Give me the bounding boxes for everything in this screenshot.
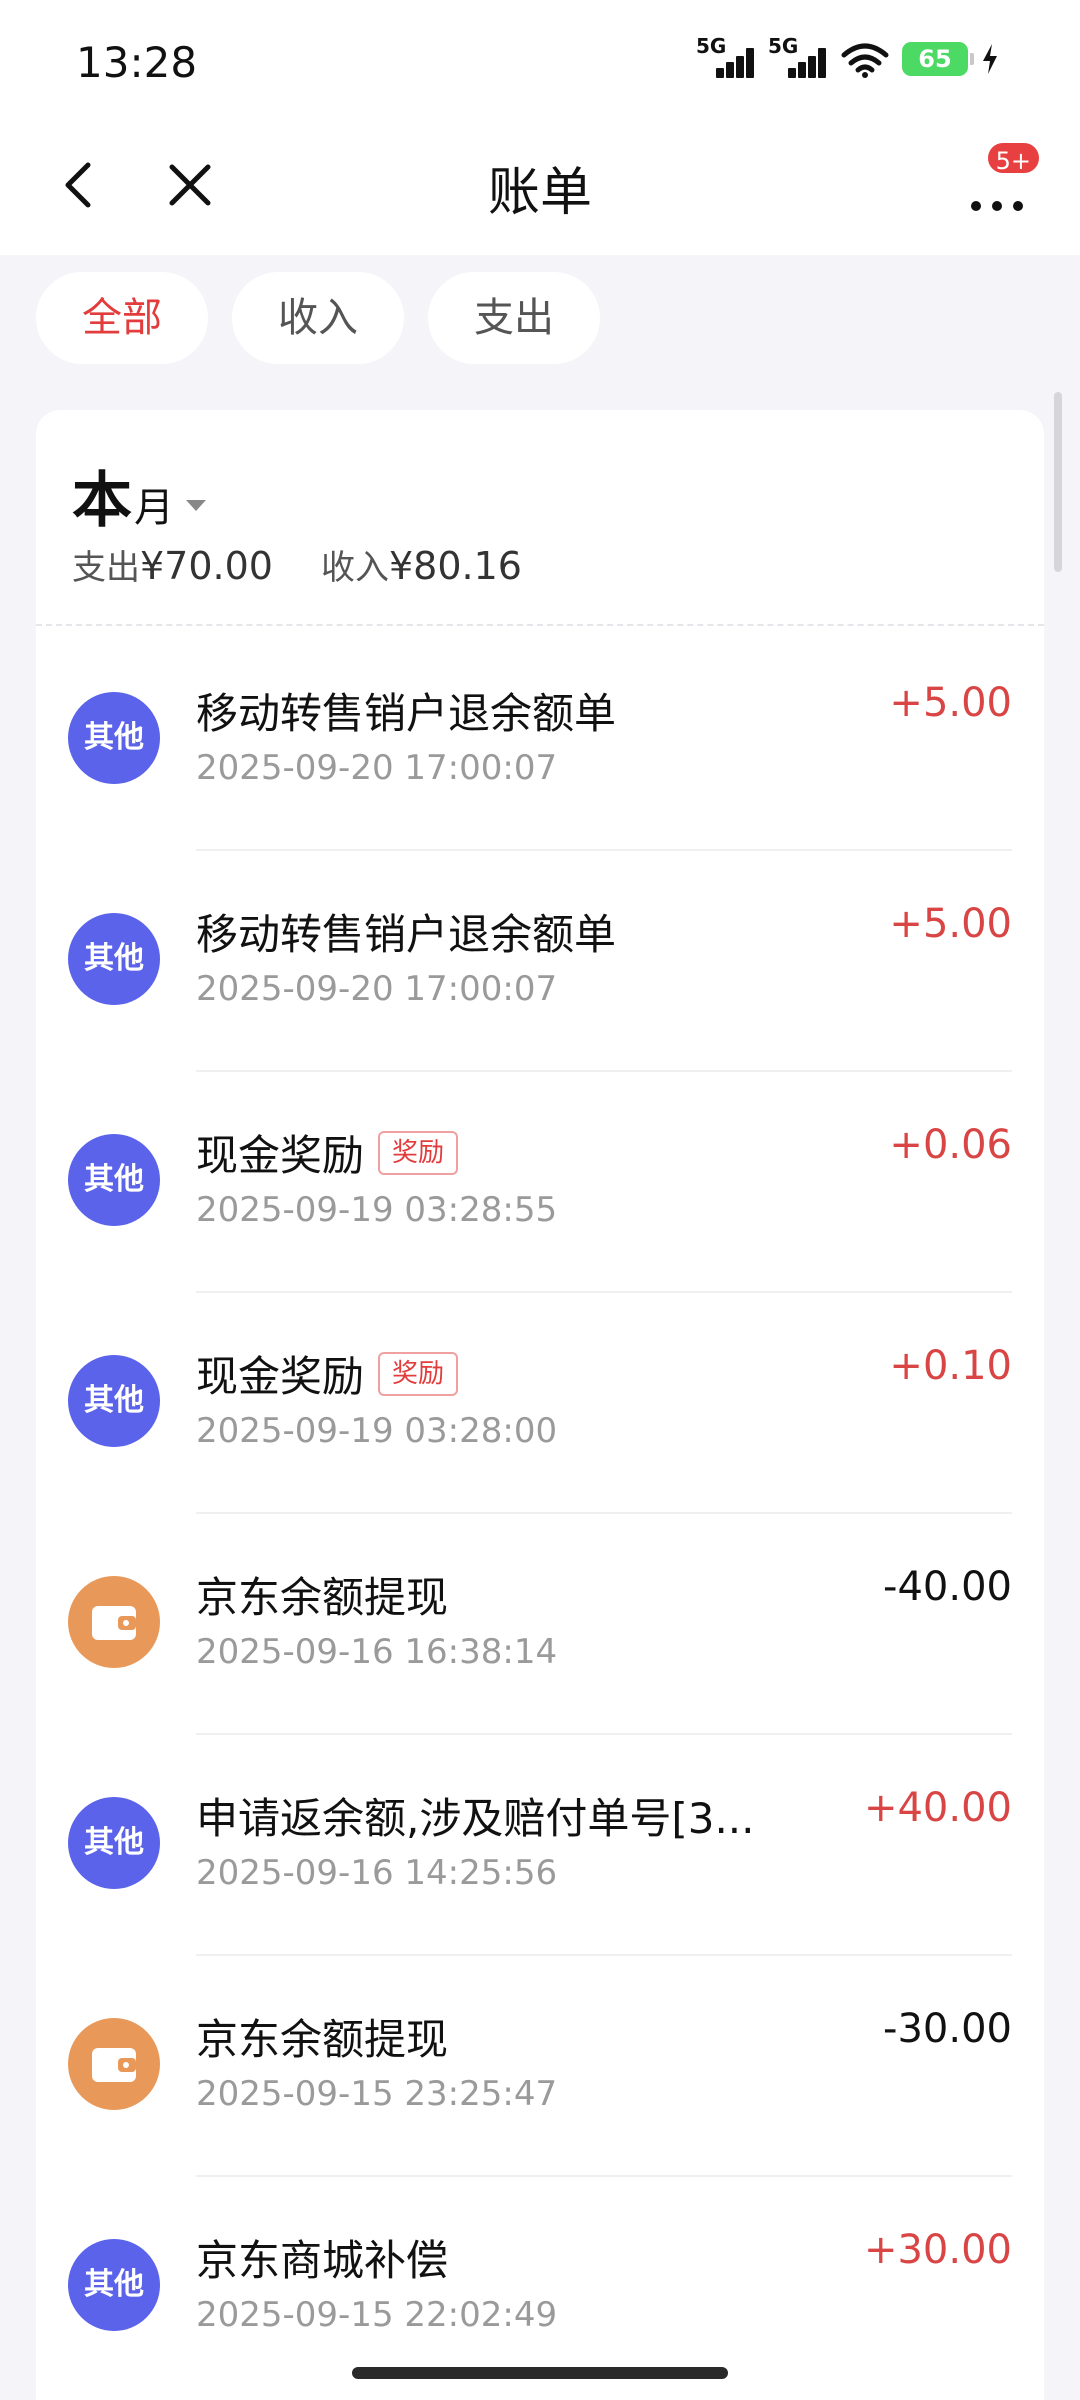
expense-label: 支出	[72, 548, 140, 588]
status-icons: 5G 5G 65	[696, 34, 1000, 82]
transaction-title-text: 申请返余额,涉及赔付单号[3...	[196, 1794, 755, 1843]
status-time: 13:28	[76, 38, 198, 87]
expense-amount: ¥70.00	[140, 544, 273, 588]
wallet-icon	[68, 2018, 160, 2110]
transaction-title-text: 现金奖励	[196, 1131, 365, 1180]
transaction-title: 申请返余额,涉及赔付单号[3...	[196, 1785, 796, 1846]
transaction-time: 2025-09-15 23:25:47	[196, 2074, 558, 2114]
category-other-icon: 其他	[68, 1797, 160, 1889]
transaction-title-text: 移动转售销户退余额单	[196, 910, 617, 959]
transaction-amount: +30.00	[863, 2227, 1012, 2273]
transaction-row[interactable]: 其他 京东商城补偿 2025-09-15 22:02:49 +30.00	[36, 2177, 1044, 2398]
nav-bar: 账单 5+	[0, 120, 1080, 255]
transaction-row[interactable]: 其他 现金奖励 奖励 2025-09-19 03:28:55 +0.06	[36, 1072, 1044, 1293]
transaction-list: 其他 移动转售销户退余额单 2025-09-20 17:00:07 +5.00 …	[36, 630, 1044, 2398]
period-label-big: 本	[72, 466, 132, 536]
wifi-icon	[841, 43, 889, 78]
expense-summary: 支出¥70.00	[72, 540, 273, 589]
income-summary: 收入¥80.16	[321, 540, 522, 589]
dashed-divider	[36, 624, 1044, 626]
transaction-amount: +0.06	[889, 1122, 1012, 1168]
transaction-title: 移动转售销户退余额单	[196, 901, 796, 962]
transaction-title: 京东余额提现	[196, 1564, 796, 1625]
transaction-amount: +40.00	[863, 1785, 1012, 1831]
filter-tab-expense[interactable]: 支出	[428, 272, 600, 364]
transaction-time: 2025-09-19 03:28:55	[196, 1190, 558, 1230]
transaction-amount: +5.00	[889, 901, 1012, 947]
category-other-icon: 其他	[68, 1134, 160, 1226]
transaction-title: 京东商城补偿	[196, 2227, 796, 2288]
category-other-icon: 其他	[68, 692, 160, 784]
transaction-time: 2025-09-20 17:00:07	[196, 748, 558, 788]
transaction-amount: -40.00	[883, 1564, 1012, 1610]
charging-icon	[983, 44, 997, 74]
period-selector[interactable]: 本 月	[72, 452, 206, 539]
signal-icon-2: 5G	[768, 34, 828, 82]
transaction-row[interactable]: 其他 申请返余额,涉及赔付单号[3... 2025-09-16 14:25:56…	[36, 1735, 1044, 1956]
page-title: 账单	[487, 163, 592, 223]
transaction-time: 2025-09-16 16:38:14	[196, 1632, 558, 1672]
transaction-title-text: 京东商城补偿	[196, 2236, 449, 2285]
bill-card: 本 月 支出¥70.00 收入¥80.16 其他 移动转售销户退余额单 2025…	[36, 410, 1044, 2400]
transaction-title: 现金奖励 奖励	[196, 1343, 796, 1404]
bill-page: 13:28 5G 5G 65 账单 5+ 全部 收入 支出 本 月 支出¥70.…	[0, 0, 1080, 2400]
category-other-icon: 其他	[68, 1355, 160, 1447]
network-type-1: 5G	[696, 34, 727, 58]
transaction-title: 京东余额提现	[196, 2006, 796, 2067]
transaction-title-text: 京东余额提现	[196, 2015, 449, 2064]
battery-icon: 65	[902, 42, 974, 76]
caret-down-icon	[186, 500, 206, 511]
transaction-row[interactable]: 京东余额提现 2025-09-15 23:25:47 -30.00	[36, 1956, 1044, 2177]
transaction-title-text: 京东余额提现	[196, 1573, 449, 1622]
transaction-title: 现金奖励 奖励	[196, 1122, 796, 1183]
transaction-title: 移动转售销户退余额单	[196, 680, 796, 741]
reward-tag: 奖励	[378, 1130, 459, 1175]
category-other-icon: 其他	[68, 913, 160, 1005]
transaction-amount: +0.10	[889, 1343, 1012, 1389]
filter-tab-all[interactable]: 全部	[36, 272, 208, 364]
transaction-title-text: 移动转售销户退余额单	[196, 689, 617, 738]
scrollbar[interactable]	[1054, 392, 1062, 572]
transaction-title-text: 现金奖励	[196, 1352, 365, 1401]
category-other-icon: 其他	[68, 2239, 160, 2331]
filter-tabs: 全部 收入 支出	[36, 272, 600, 364]
period-label-small: 月	[134, 485, 174, 531]
transaction-row[interactable]: 其他 移动转售销户退余额单 2025-09-20 17:00:07 +5.00	[36, 851, 1044, 1072]
reward-tag: 奖励	[378, 1351, 459, 1396]
income-amount: ¥80.16	[388, 544, 522, 588]
notification-badge: 5+	[984, 140, 1042, 176]
transaction-row[interactable]: 其他 现金奖励 奖励 2025-09-19 03:28:00 +0.10	[36, 1293, 1044, 1514]
transaction-row[interactable]: 其他 移动转售销户退余额单 2025-09-20 17:00:07 +5.00	[36, 630, 1044, 851]
transaction-time: 2025-09-20 17:00:07	[196, 969, 558, 1009]
month-summary: 支出¥70.00 收入¥80.16	[72, 540, 522, 589]
income-label: 收入	[320, 548, 389, 588]
network-type-2: 5G	[768, 34, 799, 58]
transaction-amount: +5.00	[889, 680, 1012, 726]
home-indicator[interactable]	[352, 2367, 728, 2379]
transaction-time: 2025-09-19 03:28:00	[196, 1411, 558, 1451]
signal-icon-1: 5G	[696, 34, 756, 82]
transaction-row[interactable]: 京东余额提现 2025-09-16 16:38:14 -40.00	[36, 1514, 1044, 1735]
wallet-icon	[68, 1576, 160, 1668]
status-bar: 13:28 5G 5G 65	[0, 0, 1080, 120]
transaction-amount: -30.00	[883, 2006, 1012, 2052]
transaction-time: 2025-09-16 14:25:56	[196, 1853, 558, 1893]
transaction-time: 2025-09-15 22:02:49	[196, 2295, 558, 2335]
filter-tab-income[interactable]: 收入	[232, 272, 404, 364]
